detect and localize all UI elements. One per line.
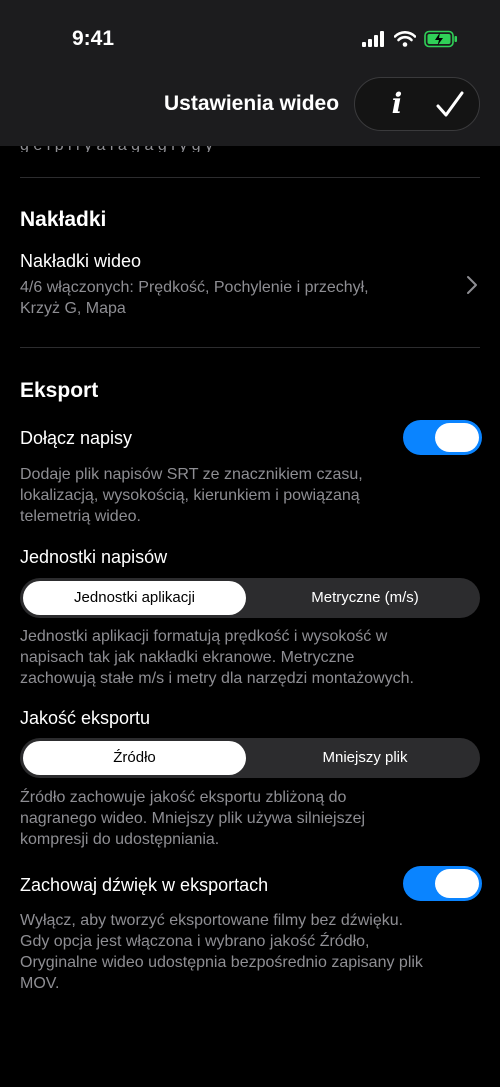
subtitle-units-label: Jednostki napisów (20, 547, 168, 567)
status-time: 9:41 (72, 27, 115, 50)
subtitle-units-description: Jednostki aplikacji formatują prędkość i… (20, 628, 414, 687)
checkmark-icon[interactable] (433, 88, 467, 122)
export-quality-label: Jakość eksportu (20, 708, 151, 728)
segment-metric[interactable]: Metryczne (m/s) (250, 578, 480, 618)
video-overlays-value: 4/6 włączonych: Prędkość, Pochylenie i p… (20, 279, 369, 317)
status-bar: 9:41 (0, 0, 500, 72)
include-subtitles-toggle[interactable] (403, 420, 482, 455)
keep-audio-toggle[interactable] (403, 866, 482, 901)
status-icons (362, 30, 458, 48)
info-button[interactable]: i (377, 86, 417, 122)
nav-actions-group: i (354, 77, 480, 131)
navigation-bar: Ustawienia wideo i (0, 72, 500, 146)
chevron-right-icon (467, 276, 477, 294)
section-title-overlays: Nakładki (20, 208, 107, 231)
segment-app-units[interactable]: Jednostki aplikacji (23, 581, 246, 615)
subtitle-units-segmented-control: Jednostki aplikacji Metryczne (m/s) (20, 578, 480, 618)
segment-source[interactable]: Źródło (23, 741, 246, 775)
page-title: Ustawienia wideo (164, 92, 340, 115)
keep-audio-description: Wyłącz, aby tworzyć eksportowane filmy b… (20, 912, 423, 992)
scrolled-content-remnant: g e i p i i y a i a g a g i y g y (20, 146, 420, 152)
section-title-export: Eksport (20, 379, 99, 402)
include-subtitles-description: Dodaje plik napisów SRT ze znacznikiem c… (20, 466, 363, 525)
segment-smaller-file[interactable]: Mniejszy plik (250, 738, 480, 778)
include-subtitles-label: Dołącz napisy (20, 428, 133, 448)
export-quality-segmented-control: Źródło Mniejszy plik (20, 738, 480, 778)
divider (20, 347, 480, 348)
export-quality-description: Źródło zachowuje jakość eksportu zbliżon… (20, 789, 366, 848)
toggle-knob (435, 423, 479, 452)
divider (20, 177, 480, 178)
wifi-icon (394, 31, 416, 47)
video-overlays-label: Nakładki wideo (20, 251, 142, 271)
battery-charging-icon (424, 30, 457, 48)
toggle-knob (435, 869, 479, 898)
keep-audio-label: Zachowaj dźwięk w eksportach (20, 875, 269, 895)
cellular-signal-icon (362, 31, 384, 47)
